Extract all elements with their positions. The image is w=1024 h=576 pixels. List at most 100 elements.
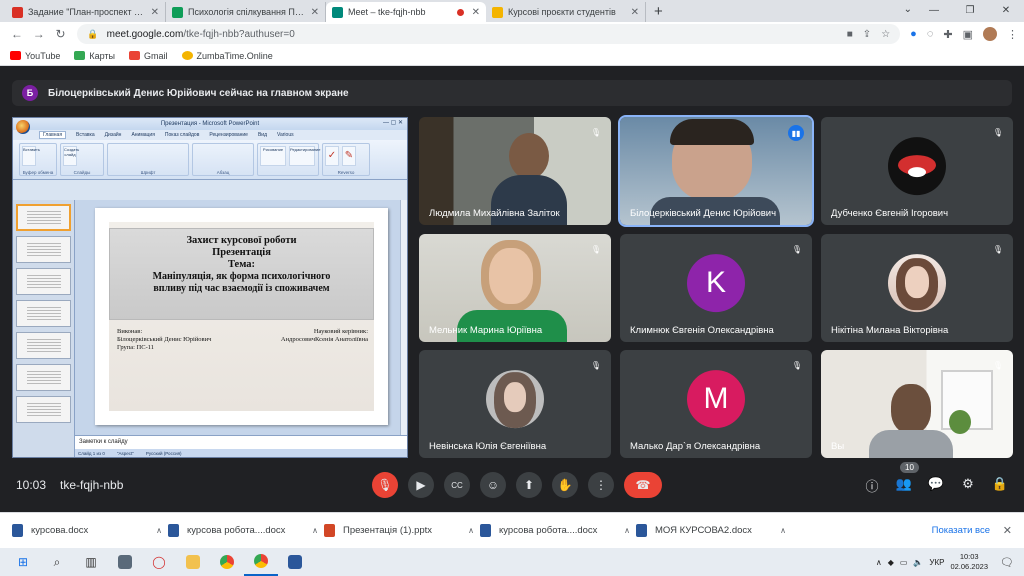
bookmarks-bar: YouTube Карты Gmail ZumbaTime.Online (0, 46, 1024, 66)
show-all-downloads-link[interactable]: Показати все (932, 525, 990, 536)
star-icon[interactable]: ☆ (881, 29, 890, 40)
dropbox-icon[interactable]: ◆ (888, 558, 894, 567)
chat-icon[interactable]: 💬 (926, 476, 946, 495)
chevron-up-icon[interactable]: ∧ (156, 526, 162, 535)
participant-tile[interactable]: K 🎙 Климнюк Євгенія Олександрівна (620, 234, 812, 342)
reactions-button[interactable]: ☺ (480, 472, 506, 498)
new-tab-button[interactable]: + (646, 2, 671, 22)
window-controls: — ❐ ✕ (916, 0, 1024, 20)
extension-icon[interactable]: ● (910, 28, 917, 40)
present-button[interactable]: ⬆ (516, 472, 542, 498)
word-icon[interactable] (278, 548, 312, 576)
task-view-icon[interactable]: ▥ (74, 548, 108, 576)
lock-icon[interactable]: 🔒 (87, 29, 98, 40)
sidebar-icon[interactable]: ▣ (963, 28, 973, 41)
host-controls-icon[interactable]: 🔒 (990, 476, 1010, 495)
bookmark-label: Карты (89, 50, 116, 61)
slide-title-line: Захист курсової роботи (186, 235, 297, 246)
windows-start-icon[interactable]: ⊞ (6, 548, 40, 576)
restore-icon[interactable]: ❐ (952, 0, 988, 20)
download-item[interactable]: курсова.docx ∧ (12, 524, 162, 537)
download-item[interactable]: курсова робота....docx ∧ (168, 524, 318, 537)
close-icon[interactable]: ✕ (311, 7, 319, 18)
url-field[interactable]: 🔒 meet.google.com/tke-fqjh-nbb?authuser=… (77, 24, 901, 44)
slide-thumbnail (16, 300, 71, 327)
puzzle-icon[interactable]: ✚ (943, 28, 952, 41)
ppt-group-label: Слайды (73, 170, 91, 175)
chrome-active-icon[interactable] (244, 548, 278, 576)
ppt-status-item: Русский (Россия) (145, 450, 182, 456)
back-icon[interactable]: ← (6, 27, 28, 41)
participant-tile[interactable]: M 🎙 Малько Дар`я Олександрівна (620, 350, 812, 458)
ppt-tab: Дизайн (104, 132, 122, 138)
activities-icon[interactable]: ⚙ (958, 476, 978, 495)
meeting-time: 10:03 (16, 478, 47, 492)
download-item[interactable]: курсова робота....docx ∧ (480, 524, 630, 537)
forward-icon[interactable]: → (28, 27, 50, 41)
mic-off-icon: 🎙 (590, 360, 602, 370)
bookmark-gmail[interactable]: Gmail (129, 51, 168, 61)
chrome-icon[interactable] (210, 548, 244, 576)
search-icon[interactable]: ⌕ (40, 548, 74, 576)
slide-title-line: Презентація (212, 247, 271, 258)
more-options-button[interactable]: ⋮ (588, 472, 614, 498)
word-file-icon (168, 524, 179, 537)
share-icon[interactable]: ⇪ (863, 29, 871, 40)
tab-title: Задание "План-проспект до кур (28, 7, 147, 17)
minimize-icon[interactable]: — (916, 0, 952, 20)
close-icon[interactable]: ✕ (472, 7, 480, 18)
slide-thumbnail (16, 364, 71, 391)
calculator-icon[interactable] (108, 548, 142, 576)
clock[interactable]: 10:03 02.06.2023 (950, 552, 988, 572)
people-icon[interactable]: 👥 (894, 476, 914, 495)
file-explorer-icon[interactable] (176, 548, 210, 576)
chevron-up-icon[interactable]: ∧ (468, 526, 474, 535)
volume-icon[interactable]: 🔈 (913, 558, 923, 567)
browser-tab-3[interactable]: Meet – tke-fqjh-nbb ✕ (326, 2, 486, 22)
browser-tab-1[interactable]: Задание "План-проспект до кур ✕ (6, 2, 166, 22)
download-item[interactable]: МОЯ КУРСОВА2.docx ∧ (636, 524, 786, 537)
opera-icon[interactable]: ◯ (142, 548, 176, 576)
close-icon[interactable]: ✕ (631, 7, 639, 18)
participant-tile[interactable]: 🎙 Нікітіна Милана Вікторівна (821, 234, 1013, 342)
close-shelf-icon[interactable]: ✕ (1003, 524, 1012, 537)
browser-tab-2[interactable]: Психологія спілкування ПС-11 ✕ (166, 2, 326, 22)
mic-toggle-button[interactable]: 🎙 (372, 472, 398, 498)
download-item[interactable]: Презентація (1).pptx ∧ (324, 524, 474, 537)
raise-hand-button[interactable]: ✋ (552, 472, 578, 498)
ppt-rephraser-button: ✎ (342, 146, 356, 166)
participant-tile[interactable]: 🎙 Вы (821, 350, 1013, 458)
bookmark-youtube[interactable]: YouTube (10, 51, 60, 61)
participant-tile[interactable]: ▮▮ Білоцерківський Денис Юрійович (618, 115, 814, 227)
chevron-up-icon[interactable]: ∧ (876, 558, 882, 567)
bookmark-maps[interactable]: Карты (74, 51, 115, 61)
presenter-avatar: Б (22, 85, 38, 101)
camera-icon[interactable]: ■ (847, 29, 853, 40)
chevron-up-icon[interactable]: ∧ (312, 526, 318, 535)
chevron-up-icon[interactable]: ∧ (780, 526, 786, 535)
close-window-icon[interactable]: ✕ (988, 0, 1024, 20)
chevron-up-icon[interactable]: ∧ (624, 526, 630, 535)
extension-icon[interactable]: ◌ (927, 28, 934, 40)
ppt-status-item: Слайд 1 из 0 (78, 450, 105, 456)
participant-tile[interactable]: 🎙 Людмила Михайлівна Заліток (419, 117, 611, 225)
bookmark-zumba[interactable]: ZumbaTime.Online (181, 51, 273, 61)
camera-toggle-button[interactable]: ▶ (408, 472, 434, 498)
reload-icon[interactable]: ↻ (50, 27, 72, 41)
mic-off-icon: 🎙 (791, 360, 803, 370)
captions-button[interactable]: CC (444, 472, 470, 498)
close-icon[interactable]: ✕ (151, 7, 159, 18)
meet-favicon-icon (332, 6, 343, 18)
browser-tab-4[interactable]: Курсові проєкти студентів ✕ (486, 2, 646, 22)
tab-search-icon[interactable]: ⌄ (904, 4, 912, 15)
lang-indicator[interactable]: УКР (929, 558, 944, 567)
profile-avatar[interactable] (982, 27, 997, 41)
leave-call-button[interactable]: ☎ (624, 472, 662, 498)
network-icon[interactable]: ▭ (900, 558, 908, 567)
participant-tile[interactable]: 🎙 Дубченко Євгеній Ігорович (821, 117, 1013, 225)
notifications-icon[interactable]: 🗨 (1000, 556, 1014, 569)
participant-tile[interactable]: 🎙 Мельник Марина Юріївна (419, 234, 611, 342)
menu-icon[interactable]: ⋮ (1007, 28, 1018, 41)
participant-tile[interactable]: 🎙 Невінська Юлія Євгеніївна (419, 350, 611, 458)
info-icon[interactable]: ⓘ (862, 476, 882, 495)
